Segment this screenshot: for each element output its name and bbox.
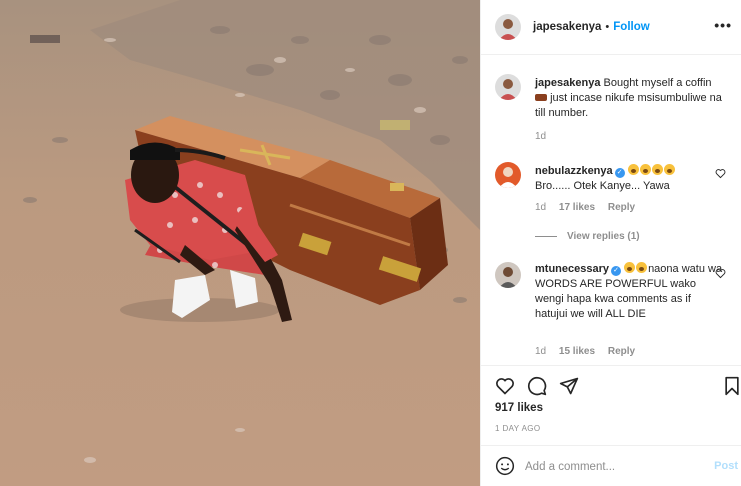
caption-time: 1d bbox=[535, 131, 547, 142]
commenter-username[interactable]: mtunecessary bbox=[535, 263, 609, 275]
verified-badge-icon: ✓ bbox=[614, 168, 625, 178]
comment-text: Bro...... Otek Kanye... Yawa bbox=[535, 180, 670, 192]
view-replies-line bbox=[535, 236, 557, 237]
comment-likes[interactable]: 17 likes bbox=[559, 202, 595, 213]
post-photo bbox=[0, 0, 480, 486]
comment-text-block: nebulazzkenya ✓ Bro...... Otek Kanye... Y… bbox=[535, 164, 725, 194]
post-details-panel: japesakenya • Follow ••• japesakenya Bou… bbox=[480, 0, 741, 486]
more-options-icon[interactable]: ••• bbox=[714, 17, 732, 33]
author-avatar[interactable] bbox=[495, 14, 521, 40]
coffin-emoji-icon bbox=[535, 94, 547, 101]
author-username[interactable]: japesakenya bbox=[533, 21, 601, 33]
emoji-icon[interactable] bbox=[495, 456, 515, 476]
emoji-icon bbox=[627, 164, 676, 177]
verified-badge-icon: ✓ bbox=[611, 266, 621, 276]
comment-meta: 1d 17 likes Reply bbox=[535, 202, 645, 213]
caption-meta: 1d bbox=[535, 131, 556, 142]
bookmark-icon[interactable] bbox=[723, 376, 741, 396]
share-icon[interactable] bbox=[559, 376, 579, 396]
view-replies-button[interactable]: View replies (1) bbox=[535, 231, 640, 242]
caption-text-rest: just incase nikufe msisumbuliwe na till … bbox=[535, 92, 722, 119]
comment-meta: 1d 15 likes Reply bbox=[535, 346, 645, 357]
add-comment-input[interactable] bbox=[525, 458, 695, 476]
commenter-avatar[interactable] bbox=[495, 162, 521, 188]
post-header: japesakenya • Follow ••• bbox=[481, 0, 741, 55]
commenter-username[interactable]: nebulazzkenya bbox=[535, 165, 613, 177]
comment-like-heart-icon[interactable] bbox=[715, 268, 726, 279]
caption-username[interactable]: japesakenya bbox=[535, 77, 600, 89]
caption-text: Bought myself a coffin bbox=[603, 77, 712, 89]
comment-like-heart-icon[interactable] bbox=[715, 168, 726, 179]
follow-button[interactable]: Follow bbox=[613, 21, 649, 33]
reply-button[interactable]: Reply bbox=[608, 202, 635, 213]
emoji-icon bbox=[624, 262, 648, 275]
author-avatar[interactable] bbox=[495, 74, 521, 100]
comment-time: 1d bbox=[535, 346, 547, 357]
reply-button[interactable]: Reply bbox=[608, 346, 635, 357]
comments-list: japesakenya Bought myself a coffin just … bbox=[481, 55, 741, 365]
post-comment-button[interactable]: Post bbox=[714, 460, 738, 472]
comment-likes[interactable]: 15 likes bbox=[559, 346, 595, 357]
instagram-post-view: japesakenya • Follow ••• japesakenya Bou… bbox=[0, 0, 741, 486]
comment-time: 1d bbox=[535, 202, 547, 213]
post-date: 1 DAY AGO bbox=[495, 424, 541, 433]
post-likes-count[interactable]: 917 likes bbox=[495, 402, 543, 414]
comment-icon[interactable] bbox=[527, 376, 547, 396]
post-actions: 917 likes 1 DAY AGO bbox=[481, 365, 741, 445]
separator-dot: • bbox=[605, 21, 610, 33]
photo-illustration bbox=[0, 0, 480, 486]
comment-text-block: mtunecessary ✓ naona watu wa WORDS ARE PO… bbox=[535, 262, 725, 322]
commenter-avatar[interactable] bbox=[495, 262, 521, 288]
caption-text-block: japesakenya Bought myself a coffin just … bbox=[535, 76, 725, 121]
heart-icon[interactable] bbox=[495, 376, 515, 396]
add-comment-bar: Post bbox=[481, 445, 741, 486]
view-replies-label: View replies (1) bbox=[567, 231, 640, 242]
